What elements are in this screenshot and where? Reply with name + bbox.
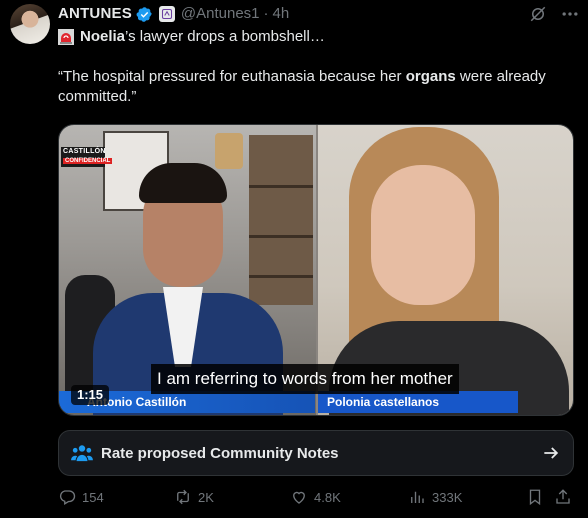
separator-dot: ·: [263, 5, 269, 22]
bookmark-button[interactable]: [526, 486, 550, 508]
shelf-line: [249, 185, 313, 188]
video-duration: 1:15: [71, 385, 110, 405]
author-handle[interactable]: @Antunes1: [181, 4, 260, 24]
quote-bold: organs: [405, 68, 456, 85]
post-time[interactable]: 4h: [273, 4, 290, 24]
like-count: 4.8K: [314, 489, 341, 505]
shelf-line: [249, 235, 313, 238]
post-header: ANTUNES @Antunes1 · 4h: [58, 4, 289, 24]
action-bar: 154 2K 4.8K 333K: [58, 486, 578, 508]
affiliate-badge-icon: [158, 6, 175, 22]
video-subtitle: I am referring to words from her mother: [151, 364, 459, 394]
grok-icon[interactable]: [528, 4, 548, 24]
avatar[interactable]: [10, 4, 50, 44]
post-text-bold-name: Noelia: [80, 28, 126, 45]
bookshelf: [249, 135, 313, 305]
lamp: [215, 133, 243, 169]
channel-logo-line2: CONFIDENCIAL: [63, 158, 113, 164]
woman-face: [371, 165, 475, 305]
community-notes-label: Rate proposed Community Notes: [101, 444, 339, 462]
post-text-rest: ’s lawyer drops a bombshell…: [125, 28, 325, 45]
post-quote: “The hospital pressured for euthanasia b…: [58, 67, 578, 107]
like-button[interactable]: 4.8K: [290, 486, 341, 508]
verified-icon: [136, 6, 153, 23]
repost-icon: [177, 489, 189, 505]
arrow-right-icon: [541, 443, 561, 463]
repost-count: 2K: [198, 489, 214, 505]
views-button[interactable]: 333K: [408, 486, 462, 508]
video-player[interactable]: CASTILLÓN CONFIDENCIAL Antonio Castillón…: [58, 124, 574, 416]
siren-icon: [58, 29, 74, 45]
more-icon[interactable]: [558, 4, 582, 24]
community-notes-icon: [71, 443, 93, 463]
post-text-line1: Noelia’s lawyer drops a bombshell…: [58, 27, 325, 47]
shelf-line: [249, 275, 313, 278]
nameplate-right-text: Polonia castellanos: [327, 395, 440, 409]
share-icon: [556, 489, 570, 504]
man-hair: [139, 163, 227, 203]
reply-button[interactable]: 154: [58, 486, 104, 508]
like-icon: [293, 491, 305, 504]
repost-button[interactable]: 2K: [174, 486, 214, 508]
views-icon: [411, 491, 424, 503]
quote-start: “The hospital pressured for euthanasia b…: [58, 68, 406, 85]
bookmark-icon: [529, 489, 541, 506]
author-name[interactable]: ANTUNES: [58, 4, 132, 24]
channel-logo-line1: CASTILLÓN: [63, 148, 106, 155]
reply-count: 154: [82, 489, 104, 505]
share-button[interactable]: [554, 486, 578, 508]
reply-icon: [59, 490, 76, 505]
community-notes-button[interactable]: Rate proposed Community Notes: [58, 430, 574, 476]
views-count: 333K: [432, 489, 463, 505]
